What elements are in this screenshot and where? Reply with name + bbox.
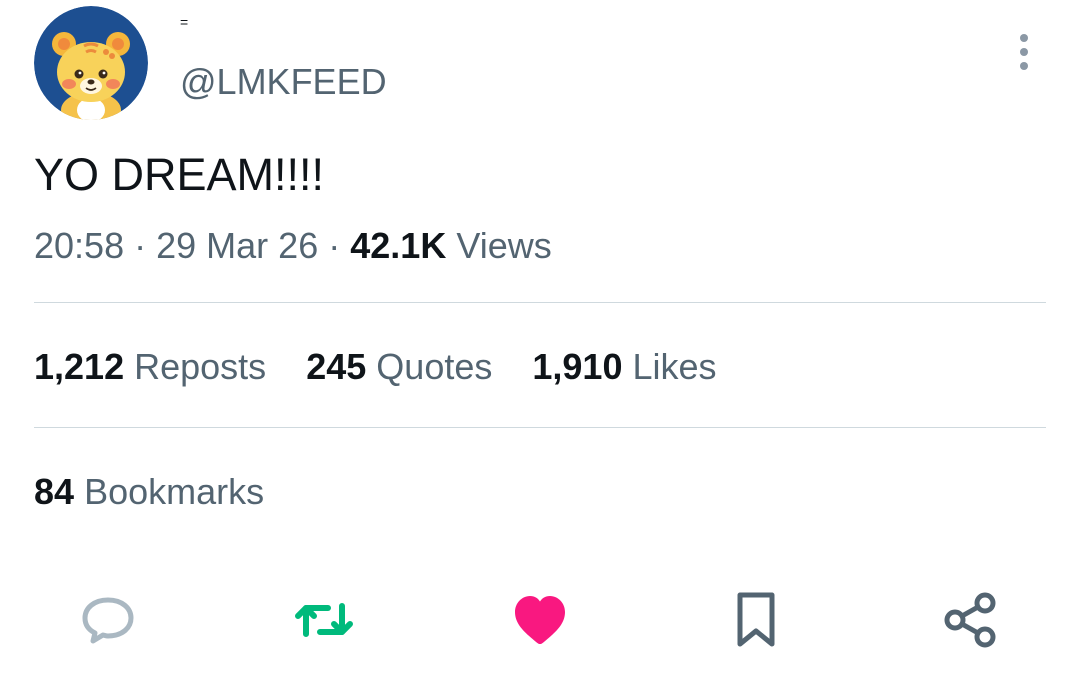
share-icon [944, 592, 996, 648]
bookmark-icon [737, 592, 775, 647]
like-icon [515, 596, 565, 644]
dot [1020, 62, 1028, 70]
tweet-meta: 20:58 · 29 Mar 26 · 42.1K Views [34, 224, 552, 268]
divider [34, 302, 1046, 303]
repost-button[interactable] [294, 590, 354, 650]
dot [1020, 34, 1028, 42]
bookmarks-stat[interactable]: 84 Bookmarks [34, 470, 264, 514]
repost-icon [295, 603, 353, 637]
more-options-icon[interactable] [1008, 30, 1040, 74]
divider [34, 427, 1046, 428]
like-button[interactable] [510, 590, 570, 650]
tweet-date[interactable]: 29 Mar 26 [156, 225, 318, 266]
avatar[interactable] [34, 6, 148, 120]
reposts-stat[interactable]: 1,212 Reposts [34, 345, 266, 389]
bookmarks-count: 84 [34, 471, 75, 512]
quotes-count: 245 [306, 346, 367, 387]
views-label[interactable]: Views [456, 225, 551, 266]
quotes-stat[interactable]: 245 Quotes [306, 345, 492, 389]
reply-button[interactable] [78, 590, 138, 650]
bookmarks-label: Bookmarks [84, 471, 265, 512]
engagement-stats: 1,212 Reposts 245 Quotes 1,910 Likes [34, 345, 747, 389]
meta-separator: · [328, 225, 341, 266]
tweet-time[interactable]: 20:58 [34, 225, 124, 266]
views-count[interactable]: 42.1K [350, 225, 446, 266]
quotes-label: Quotes [376, 346, 493, 387]
user-handle[interactable]: @LMKFEED [180, 62, 387, 102]
likes-stat[interactable]: 1,910 Likes [532, 345, 716, 389]
display-name[interactable]: = [180, 14, 188, 30]
tweet-text: YO DREAM!!!! [34, 149, 325, 200]
likes-count: 1,910 [532, 346, 623, 387]
cartoon-tiger-avatar-icon [34, 6, 148, 120]
reply-icon [82, 597, 134, 644]
meta-separator: · [134, 225, 147, 266]
likes-label: Likes [632, 346, 717, 387]
bookmark-button[interactable] [726, 590, 786, 650]
reposts-count: 1,212 [34, 346, 125, 387]
dot [1020, 48, 1028, 56]
share-button[interactable] [940, 590, 1000, 650]
reposts-label: Reposts [134, 346, 267, 387]
